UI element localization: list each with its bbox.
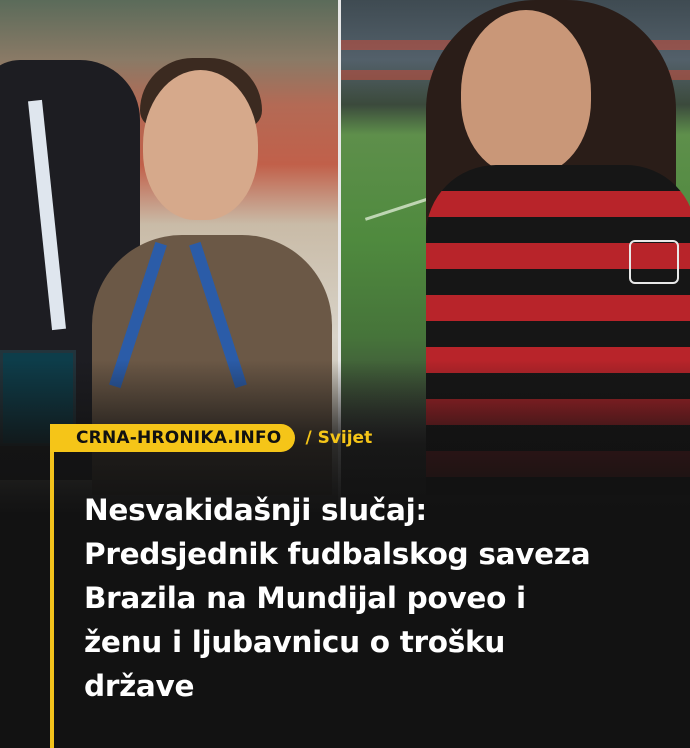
woman-figure-head (461, 10, 591, 175)
woman-figure-head (143, 70, 258, 220)
headline-line: ženu i ljubavnicu o trošku (84, 625, 506, 659)
source-badge[interactable]: CRNA-HRONIKA.INFO (50, 424, 296, 452)
headline[interactable]: Nesvakidašnji slučaj: Predsjednik fudbal… (84, 488, 684, 708)
accent-bar (50, 426, 54, 748)
source-row: CRNA-HRONIKA.INFO / Svijet (50, 424, 372, 452)
headline-line: Predsjednik fudbalskog saveza (84, 537, 591, 571)
news-card[interactable]: CRNA-HRONIKA.INFO / Svijet Nesvakidašnji… (0, 0, 690, 748)
club-crest-icon (629, 240, 679, 284)
headline-line: države (84, 669, 195, 703)
headline-line: Brazila na Mundijal poveo i (84, 581, 526, 615)
category-label[interactable]: / Svijet (305, 428, 372, 448)
headline-line: Nesvakidašnji slučaj: (84, 493, 427, 527)
